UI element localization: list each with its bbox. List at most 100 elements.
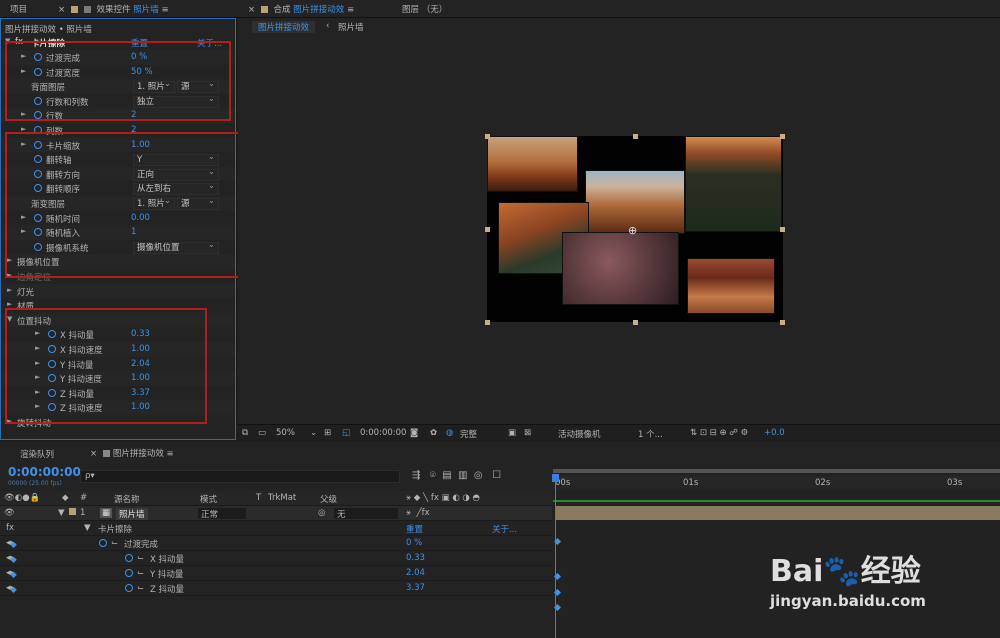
render-cache-bar — [553, 500, 1000, 502]
layer-row[interactable]: 👁 ▼ 1 ▦ 照片墙 正常 ◎ 无 ⚹ ╱fx — [0, 506, 552, 521]
tab-render-queue[interactable]: 渲染队列 — [20, 448, 54, 460]
keyframe-navigator-icon[interactable]: ◂ ◆ ▸ — [6, 568, 17, 580]
comp-subtab-active[interactable]: 图片拼接动效 — [252, 21, 316, 33]
effect-row-name: 卡片擦除 — [98, 525, 133, 535]
timeline-property-row[interactable]: ◂ ◆ ▸ ⌙ 过渡完成 0 % — [0, 536, 552, 551]
fx-breadcrumb: 图片拼接动效 • 照片墙 — [5, 25, 92, 35]
channel-icon[interactable]: ◍ — [446, 428, 453, 438]
camera-icon[interactable]: ◙ — [410, 428, 418, 438]
transform-handle[interactable] — [780, 227, 785, 232]
col-mode[interactable]: 模式 — [200, 493, 217, 505]
zoom-select[interactable]: 50% — [276, 428, 295, 438]
timeline-property-row[interactable]: ◂ ◆ ▸ ⌙ Z 抖动量 3.37 — [0, 581, 552, 596]
col-parent[interactable]: 父级 — [320, 493, 337, 505]
keyframe-navigator-icon[interactable]: ◂ ◆ ▸ — [6, 553, 17, 565]
col-source-name[interactable]: 源名称 — [114, 493, 140, 505]
expand-triangle-icon[interactable]: ► — [7, 286, 12, 294]
tab-timeline-comp[interactable]: × 图片拼接动效 ≡ — [86, 447, 178, 459]
layer-search-input[interactable]: ρ▾ — [80, 470, 400, 483]
transform-handle[interactable] — [633, 320, 638, 325]
keyframe-navigator-icon[interactable]: ◂ ◆ ▸ — [6, 583, 17, 595]
timeline-property-value[interactable]: 0 % — [406, 538, 422, 548]
comp-tab[interactable]: × 合成 图片拼接动效 ≡ — [248, 3, 354, 15]
tab-layer[interactable]: 图层 （无） — [402, 3, 447, 15]
chevron-left-icon[interactable]: ‹ — [326, 21, 329, 31]
graph-icon[interactable]: ⌙ — [137, 583, 144, 593]
lock-icon[interactable] — [70, 6, 78, 13]
chevron-down-icon[interactable]: ⌄ — [310, 428, 317, 438]
transform-handle[interactable] — [780, 134, 785, 139]
blend-mode-select[interactable]: 正常 — [198, 508, 246, 520]
camera-select[interactable]: 活动摄像机 — [558, 428, 601, 440]
fps-readout: 00000 (25.00 fps) — [8, 480, 62, 487]
timeline-property-value[interactable]: 2.04 — [406, 568, 425, 578]
resolution-select[interactable]: 完整 — [460, 428, 477, 440]
photo-card — [687, 258, 775, 314]
fx-icon: fx — [6, 523, 15, 533]
mask-icon[interactable]: ◱ — [342, 428, 350, 438]
playhead-icon[interactable] — [552, 474, 559, 482]
color-icon[interactable]: ✿ — [430, 428, 437, 438]
always-preview-icon[interactable]: ⧉ — [242, 428, 248, 438]
effects-tab[interactable]: × 效果控件 照片墙 ≡ — [58, 3, 169, 15]
timeline-property-row[interactable]: ◂ ◆ ▸ ⌙ Y 抖动量 2.04 — [0, 566, 552, 581]
timeline-switch-icons[interactable]: ⇶ ⌾ ▤ ▥ ◎ ☐ — [412, 470, 501, 481]
stopwatch-icon[interactable] — [125, 569, 133, 577]
playhead-line[interactable] — [555, 474, 556, 638]
effect-row[interactable]: fx ▼ 卡片擦除 重置 关于... — [0, 521, 552, 536]
expand-triangle-icon[interactable]: ► — [7, 300, 12, 308]
current-time[interactable]: 0:00:00:00 — [360, 428, 406, 438]
exposure-value[interactable]: +0.0 — [764, 428, 785, 438]
transparency-icon[interactable]: ⊠ — [524, 428, 531, 438]
photo-card — [487, 136, 578, 192]
monitor-icon[interactable]: ▭ — [258, 428, 266, 438]
fx-property-row[interactable]: ► 灯光 — [1, 283, 235, 299]
tab-project[interactable]: 项目 — [10, 3, 27, 15]
graph-icon[interactable]: ⌙ — [137, 553, 144, 563]
highlight-box — [5, 308, 207, 424]
timeline-property-row[interactable]: ◂ ◆ ▸ ⌙ X 抖动量 0.33 — [0, 551, 552, 566]
keyframe-navigator-icon[interactable]: ◂ ◆ ▸ — [6, 538, 17, 550]
tab-effects-label: 效果控件 — [96, 5, 131, 15]
comp-canvas[interactable]: ⊕ — [485, 134, 785, 325]
stopwatch-icon[interactable] — [125, 554, 133, 562]
transform-handle[interactable] — [485, 134, 490, 139]
layer-switch-icons[interactable]: ⚹ ╱fx — [406, 508, 430, 518]
stopwatch-icon[interactable] — [99, 539, 107, 547]
pickwhip-icon[interactable]: ◎ — [318, 508, 325, 518]
reset-link[interactable]: 重置 — [406, 523, 423, 535]
effect-controls-panel: 图片拼接动效 • 照片墙 ▼ fx 卡片擦除 重置 关于... ► 过渡完成 0 %… — [0, 18, 253, 440]
stopwatch-icon[interactable] — [125, 584, 133, 592]
comp-viewer[interactable]: ⊕ — [238, 42, 1000, 440]
timeline-property-value[interactable]: 3.37 — [406, 583, 425, 593]
layer-name[interactable]: 照片墙 — [116, 508, 148, 520]
layer-duration-bar[interactable] — [555, 506, 1000, 520]
eye-icon[interactable]: 👁 — [4, 508, 15, 518]
time-ruler[interactable]: 00s 01s 02s 03s — [553, 476, 1000, 490]
transform-handle[interactable] — [485, 227, 490, 232]
about-link[interactable]: 关于... — [492, 523, 517, 535]
timeline-timecode[interactable]: 0:00:00:00 — [8, 465, 81, 479]
anchor-point-icon[interactable]: ⊕ — [628, 224, 637, 237]
graph-icon[interactable]: ⌙ — [111, 538, 118, 548]
expand-triangle-icon[interactable]: ▼ — [58, 508, 65, 518]
expand-triangle-icon[interactable]: ▼ — [84, 523, 91, 533]
grid-icon[interactable]: ⊞ — [324, 428, 331, 438]
region-icon[interactable]: ▣ — [508, 428, 516, 438]
transform-handle[interactable] — [780, 320, 785, 325]
timeline-panel: 渲染队列 × 图片拼接动效 ≡ 0:00:00:00 00000 (25.00 … — [0, 442, 1000, 638]
transform-handle[interactable] — [633, 134, 638, 139]
transform-handle[interactable] — [485, 320, 490, 325]
highlight-box — [5, 41, 231, 121]
timeline-property-value[interactable]: 0.33 — [406, 553, 425, 563]
work-area-bar[interactable] — [553, 469, 1000, 473]
views-select[interactable]: 1 个... — [638, 428, 663, 440]
label-color[interactable] — [69, 508, 76, 515]
layout-icons[interactable]: ⇅ ⊡ ⊟ ⊕ ☍ ⚙ — [690, 428, 748, 438]
comp-subtab-crumb[interactable]: 照片墙 — [338, 21, 364, 33]
lock-icon[interactable] — [260, 6, 268, 13]
parent-select[interactable]: 无 — [334, 508, 398, 520]
timeline-property-label: Z 抖动量 — [150, 585, 185, 595]
pin-icon[interactable] — [83, 6, 91, 13]
graph-icon[interactable]: ⌙ — [137, 568, 144, 578]
